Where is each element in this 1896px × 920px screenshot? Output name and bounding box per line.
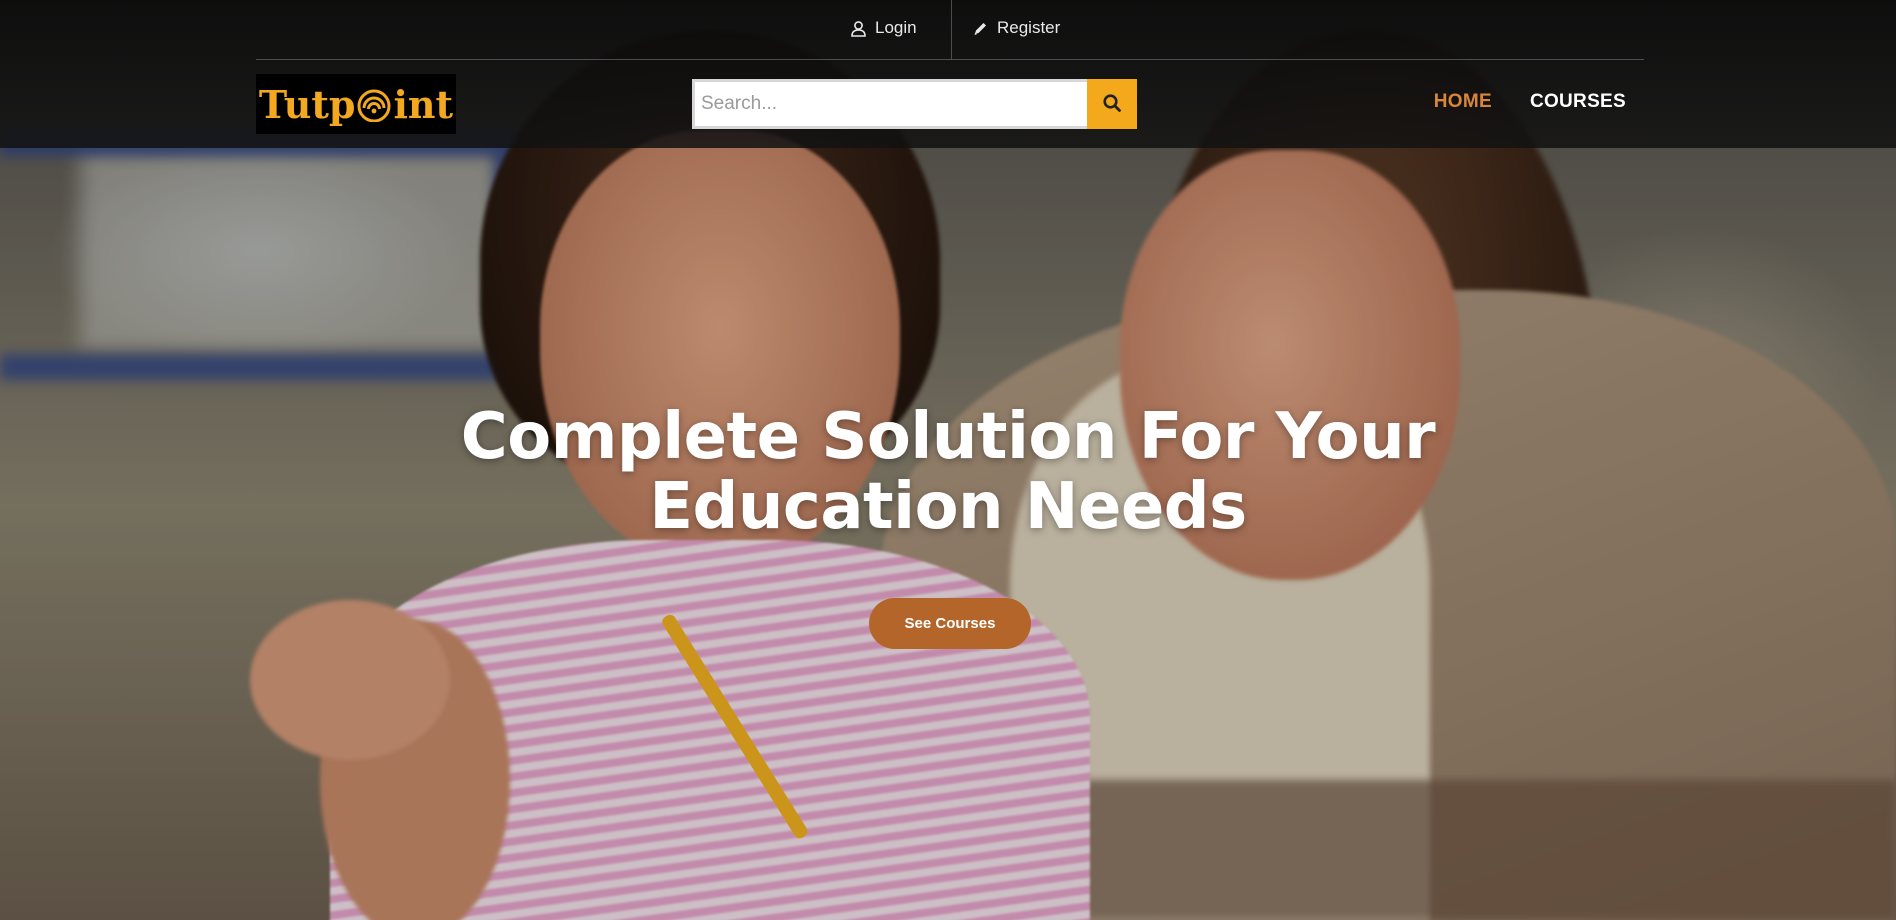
nav-home[interactable]: HOME [1434,91,1492,113]
search-icon [1102,93,1122,116]
nav-courses[interactable]: COURSES [1530,91,1626,113]
site-header: Login Register Tutp int Search... HOME C… [0,0,1896,148]
top-bar: Login Register [256,0,1644,60]
see-courses-button[interactable]: See Courses [869,598,1031,649]
logo-text-left: Tutp [258,81,356,127]
login-link[interactable]: Login [850,18,917,38]
login-label: Login [875,18,917,37]
main-nav: HOME COURSES [1434,91,1626,113]
search-input[interactable] [692,79,1087,129]
hero-headline-line2: Education Needs [649,470,1247,544]
logo-text-right: int [393,81,454,127]
hero-headline: Complete Solution For Your Education Nee… [0,402,1896,542]
topbar-divider [951,0,952,59]
search-button[interactable] [1087,79,1137,129]
site-logo[interactable]: Tutp int [256,74,456,134]
register-link[interactable]: Register [972,18,1060,38]
pencil-icon [972,20,989,37]
signal-o-icon [356,86,392,123]
register-label: Register [997,18,1061,37]
user-icon [850,20,867,37]
logo-wordmark: Tutp int [259,82,453,127]
search-bar [692,79,1137,129]
hero-headline-line1: Complete Solution For Your [460,400,1436,474]
